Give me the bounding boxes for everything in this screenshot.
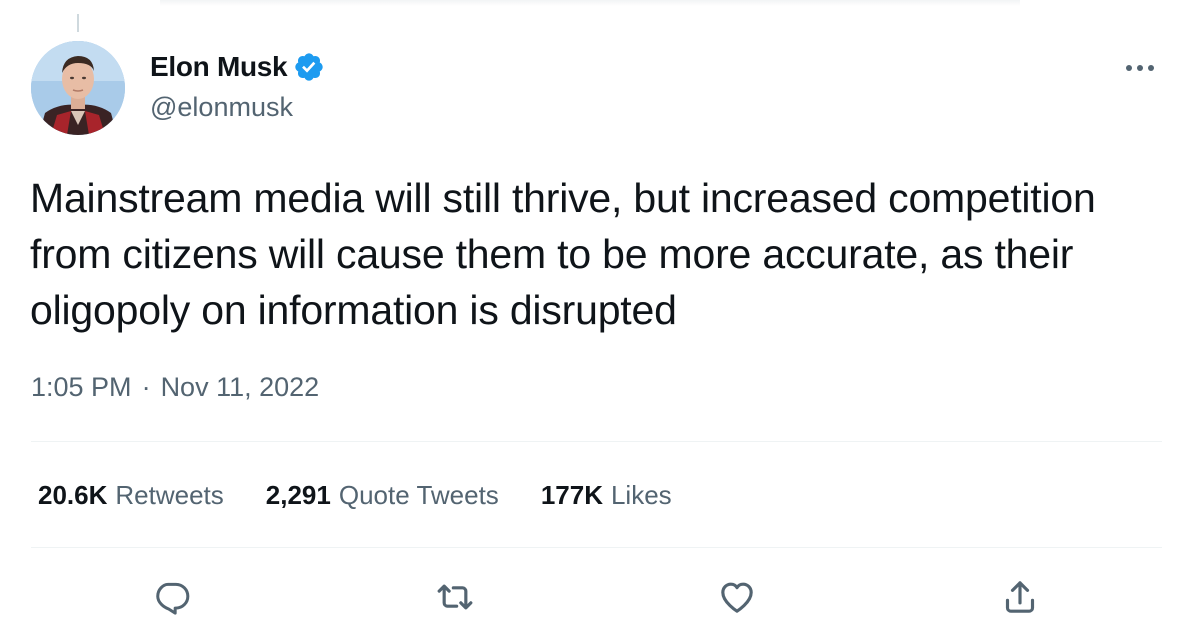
like-button[interactable] xyxy=(712,572,762,622)
author-name-row: Elon Musk xyxy=(150,50,325,84)
avatar[interactable] xyxy=(31,41,125,135)
tweet-text: Mainstream media will still thrive, but … xyxy=(30,175,1096,333)
quote-tweets-count: 2,291 xyxy=(265,480,331,510)
author-display-name[interactable]: Elon Musk xyxy=(150,51,288,83)
reply-icon xyxy=(156,582,190,615)
engagement-stats: 20.6K Retweets 2,291 Quote Tweets 177K L… xyxy=(38,480,714,511)
likes-stat[interactable]: 177K Likes xyxy=(541,480,672,511)
quote-tweets-label: Quote Tweets xyxy=(338,480,499,510)
more-options-icon[interactable] xyxy=(1120,56,1160,80)
likes-count: 177K xyxy=(540,480,603,510)
tweet-time-link[interactable]: 1:05 PM xyxy=(31,372,132,403)
retweets-stat[interactable]: 20.6K Retweets xyxy=(38,480,224,511)
reply-button[interactable] xyxy=(147,572,197,622)
retweet-button[interactable] xyxy=(430,572,480,622)
quote-tweets-stat[interactable]: 2,291 Quote Tweets xyxy=(266,480,499,511)
divider-top xyxy=(31,441,1162,442)
heart-icon xyxy=(721,582,753,613)
tweet-actions-bar xyxy=(0,572,1196,622)
avatar-image xyxy=(31,41,125,135)
verified-badge-icon xyxy=(293,51,325,83)
timestamp-separator: · xyxy=(141,372,151,402)
share-button[interactable] xyxy=(995,572,1045,622)
retweet-icon xyxy=(437,584,473,610)
retweets-count: 20.6K xyxy=(38,480,108,510)
share-icon xyxy=(1005,581,1035,613)
author-handle[interactable]: @elonmusk xyxy=(150,92,293,123)
tweet-detail: Elon Musk @elonmusk Mainstream media wil… xyxy=(0,0,1196,643)
divider-bottom xyxy=(31,547,1162,548)
tweet-timestamp: 1:05 PM · Nov 11, 2022 xyxy=(31,372,319,403)
likes-label: Likes xyxy=(610,480,672,510)
retweets-label: Retweets xyxy=(115,480,224,510)
tweet-date-link[interactable]: Nov 11, 2022 xyxy=(161,372,320,403)
